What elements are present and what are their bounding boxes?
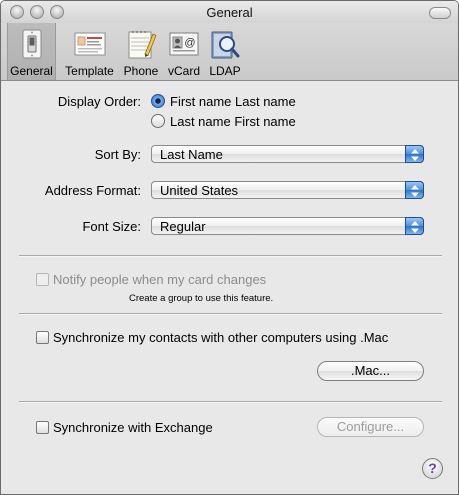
tab-general-label: General bbox=[10, 64, 53, 78]
svg-text:@: @ bbox=[184, 37, 195, 49]
sort-by-popup[interactable]: Last Name bbox=[151, 145, 424, 163]
configure-button[interactable]: Configure... bbox=[317, 417, 424, 437]
general-preferences-pane: Display Order: First name Last name Last… bbox=[1, 81, 458, 494]
address-format-value: United States bbox=[160, 183, 239, 198]
notify-note: Create a group to use this feature. bbox=[129, 293, 274, 304]
popup-arrows-icon bbox=[405, 145, 424, 163]
notepad-pencil-icon bbox=[125, 28, 157, 60]
sort-by-label: Sort By: bbox=[94, 147, 141, 162]
tab-phone-label: Phone bbox=[123, 64, 159, 78]
sync-exchange-label[interactable]: Synchronize with Exchange bbox=[53, 420, 213, 435]
font-size-popup[interactable]: Regular bbox=[151, 217, 424, 235]
toolbar-toggle-button[interactable] bbox=[429, 7, 451, 19]
tab-ldap[interactable]: LDAP bbox=[206, 23, 244, 80]
tab-general[interactable]: General bbox=[7, 23, 56, 80]
vcard-icon: @ bbox=[168, 28, 200, 60]
sync-mac-checkbox[interactable] bbox=[36, 331, 49, 344]
separator bbox=[19, 401, 442, 403]
display-order-label: Display Order: bbox=[57, 94, 141, 109]
preferences-window: General General Template Phone @ vCard L… bbox=[0, 0, 459, 495]
ldap-globe-icon bbox=[209, 28, 241, 60]
address-format-popup[interactable]: United States bbox=[151, 181, 424, 199]
tab-phone[interactable]: Phone bbox=[121, 23, 161, 80]
separator bbox=[19, 313, 442, 315]
template-card-icon bbox=[74, 28, 106, 60]
light-switch-icon bbox=[16, 28, 48, 60]
radio-first-last[interactable] bbox=[151, 94, 165, 108]
radio-last-first[interactable] bbox=[151, 114, 165, 128]
popup-arrows-icon bbox=[405, 217, 424, 235]
help-button[interactable]: ? bbox=[422, 458, 443, 479]
tab-vcard-label: vCard bbox=[167, 64, 200, 78]
preferences-toolbar: General Template Phone @ vCard LDAP bbox=[1, 23, 458, 81]
notify-checkbox[interactable] bbox=[36, 273, 49, 286]
popup-arrows-icon bbox=[405, 181, 424, 199]
tab-vcard[interactable]: @ vCard bbox=[164, 23, 204, 80]
sync-mac-label[interactable]: Synchronize my contacts with other compu… bbox=[53, 330, 388, 345]
font-size-value: Regular bbox=[160, 219, 206, 234]
address-format-label: Address Format: bbox=[44, 183, 141, 198]
mac-button[interactable]: .Mac... bbox=[317, 361, 424, 381]
radio-first-last-label[interactable]: First name Last name bbox=[170, 94, 296, 109]
tab-template[interactable]: Template bbox=[61, 23, 118, 80]
window-title: General bbox=[206, 5, 253, 20]
separator bbox=[19, 255, 442, 257]
radio-last-first-label[interactable]: Last name First name bbox=[170, 114, 296, 129]
font-size-label: Font Size: bbox=[82, 219, 141, 234]
sync-exchange-checkbox[interactable] bbox=[36, 421, 49, 434]
title-bar: General bbox=[1, 1, 458, 23]
tab-ldap-label: LDAP bbox=[209, 64, 241, 78]
sort-by-value: Last Name bbox=[160, 147, 223, 162]
notify-label: Notify people when my card changes bbox=[53, 272, 267, 287]
tab-template-label: Template bbox=[65, 64, 114, 78]
